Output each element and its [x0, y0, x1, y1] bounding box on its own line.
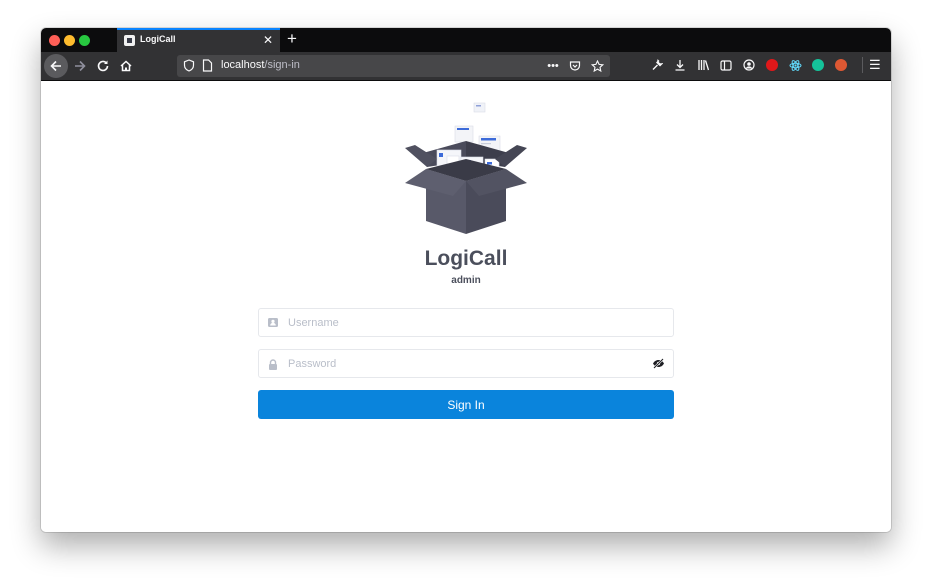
library-icon[interactable] [695, 57, 711, 73]
duckduckgo-icon[interactable] [833, 57, 849, 73]
browser-tab[interactable]: LogiCall ✕ [117, 28, 280, 52]
tab-favicon-icon [124, 35, 135, 46]
url-host: localhost [221, 59, 265, 71]
floating-document-icon [454, 125, 474, 143]
tab-close-icon[interactable]: ✕ [263, 33, 273, 47]
url-text[interactable]: localhost/sign-in [221, 59, 300, 71]
toolbar-right [649, 57, 849, 73]
sign-in-button[interactable]: Sign In [258, 390, 674, 419]
username-input[interactable] [288, 313, 648, 332]
user-card-icon [268, 318, 278, 327]
sidebar-icon[interactable] [718, 57, 734, 73]
lock-icon [269, 359, 277, 370]
page-content: LogiCall admin Sign In [41, 81, 891, 532]
forward-button[interactable] [68, 54, 92, 78]
app-title: LogiCall [424, 247, 508, 270]
reload-icon [97, 60, 109, 72]
password-field[interactable] [258, 349, 674, 378]
account-icon[interactable] [741, 57, 757, 73]
url-actions: ••• [545, 58, 605, 74]
shield-icon[interactable] [183, 59, 195, 72]
back-button[interactable] [44, 54, 68, 78]
download-icon[interactable] [672, 57, 688, 73]
window-close-button[interactable] [49, 35, 60, 46]
url-bar[interactable]: localhost/sign-in ••• [177, 55, 610, 77]
tab-bar: LogiCall ✕ + [41, 28, 891, 52]
app-subtitle: admin [451, 275, 481, 286]
browser-window: LogiCall ✕ + localhost/sign-in ••• ☰ Log… [41, 28, 891, 532]
more-actions-icon[interactable]: ••• [545, 58, 561, 74]
pocket-icon[interactable] [567, 58, 583, 74]
ublock-icon[interactable] [764, 57, 780, 73]
tab-title: LogiCall [140, 34, 176, 44]
password-input[interactable] [288, 354, 648, 373]
forward-arrow-icon [75, 60, 86, 72]
navigation-toolbar: localhost/sign-in ••• ☰ [41, 52, 891, 81]
new-tab-button[interactable]: + [287, 29, 297, 49]
floating-document-icon [473, 102, 486, 113]
reload-button[interactable] [91, 54, 115, 78]
username-field[interactable] [258, 308, 674, 337]
back-arrow-icon [50, 60, 61, 72]
window-maximize-button[interactable] [79, 35, 90, 46]
window-minimize-button[interactable] [64, 35, 75, 46]
bookmark-star-icon[interactable] [589, 58, 605, 74]
box-logo-icon [405, 102, 527, 234]
home-icon [120, 60, 132, 72]
hamburger-menu-icon[interactable]: ☰ [862, 57, 885, 73]
eye-slash-icon[interactable] [652, 358, 665, 369]
wrench-icon[interactable] [649, 57, 665, 73]
react-devtools-icon[interactable] [787, 57, 803, 73]
url-path: /sign-in [264, 59, 300, 71]
page-icon [202, 59, 213, 72]
home-button[interactable] [114, 54, 138, 78]
grammarly-icon[interactable] [810, 57, 826, 73]
